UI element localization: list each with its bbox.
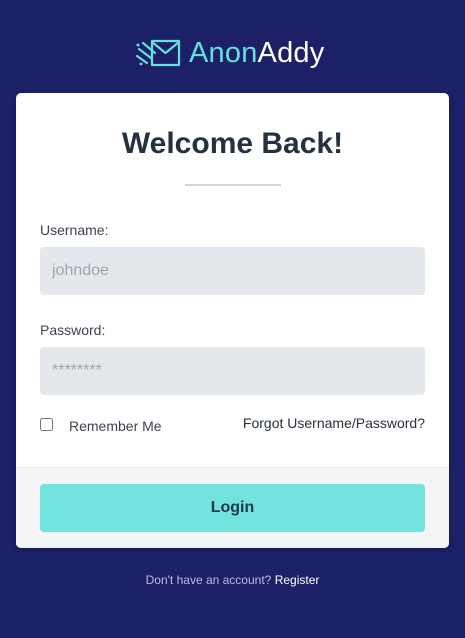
- logo-text: AnonAddy: [189, 36, 324, 70]
- logo-text-addy: Addy: [257, 37, 325, 69]
- logo: AnonAddy: [135, 34, 335, 72]
- username-input[interactable]: [40, 247, 425, 295]
- signup-prompt: Don't have an account? Register: [0, 573, 465, 587]
- signup-text: Don't have an account?: [145, 573, 272, 587]
- password-input[interactable]: [40, 347, 425, 395]
- username-label: Username:: [40, 222, 109, 238]
- login-card: Welcome Back! Username: Password: Rememb…: [16, 93, 449, 548]
- page-title: Welcome Back!: [121, 127, 344, 160]
- login-button[interactable]: Login: [40, 484, 425, 532]
- envelope-speed-icon: [135, 39, 181, 67]
- remember-me-label[interactable]: Remember Me: [69, 418, 162, 434]
- title-divider: [185, 184, 281, 186]
- remember-me-checkbox[interactable]: [40, 417, 53, 431]
- register-link[interactable]: Register: [275, 573, 320, 587]
- forgot-credentials-link[interactable]: Forgot Username/Password?: [243, 415, 425, 431]
- remember-me: Remember Me: [40, 415, 162, 434]
- password-label: Password:: [40, 322, 106, 338]
- card-footer: Login: [16, 467, 449, 548]
- logo-text-anon: Anon: [189, 37, 258, 69]
